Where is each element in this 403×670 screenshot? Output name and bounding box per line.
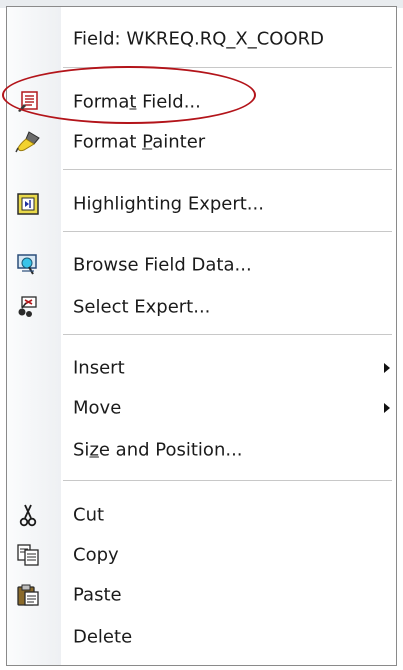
format-field-icon — [15, 89, 41, 115]
menu-separator — [63, 231, 392, 232]
cut-label: Cut — [73, 504, 105, 526]
menu-separator — [63, 334, 392, 335]
menu-item-paste[interactable]: Paste — [7, 575, 396, 615]
paste-label: Paste — [73, 584, 122, 606]
copy-icon — [15, 542, 41, 568]
select-expert-icon — [15, 294, 41, 320]
move-label: Move — [73, 397, 122, 419]
menu-separator — [63, 169, 392, 170]
menu-item-format-painter[interactable]: Format Painter — [7, 122, 396, 162]
select-expert-label: Select Expert... — [73, 296, 211, 318]
highlighting-expert-icon — [15, 191, 41, 217]
format-painter-label: Format Painter — [73, 131, 206, 153]
menu-item-format-field[interactable]: Format Field... — [7, 82, 396, 122]
menu-item-browse-field-data[interactable]: Browse Field Data... — [7, 245, 396, 285]
format-field-label: Format Field... — [73, 92, 201, 113]
menu-separator — [63, 67, 392, 68]
menu-item-copy[interactable]: Copy — [7, 535, 396, 575]
paste-icon — [15, 582, 41, 608]
menu-item-field-header[interactable]: Field: WKREQ.RQ_X_COORD — [7, 19, 396, 59]
menu-item-highlighting-expert[interactable]: Highlighting Expert... — [7, 184, 396, 224]
menu-item-move[interactable]: Move — [7, 388, 396, 428]
screenshot-stage: Field: WKREQ.RQ_X_COORD Format Field... — [0, 0, 403, 670]
insert-label: Insert — [73, 357, 125, 379]
menu-separator — [63, 480, 392, 481]
submenu-arrow-icon — [384, 363, 390, 373]
submenu-arrow-icon — [384, 403, 390, 413]
field-header-label: Field: WKREQ.RQ_X_COORD — [73, 28, 324, 50]
browse-field-data-label: Browse Field Data... — [73, 254, 252, 276]
size-and-position-label: Size and Position... — [73, 439, 243, 461]
highlighting-expert-label: Highlighting Expert... — [73, 193, 264, 215]
context-menu: Field: WKREQ.RQ_X_COORD Format Field... — [6, 6, 397, 666]
delete-label: Delete — [73, 626, 133, 648]
format-field-text: Format Field... — [73, 91, 201, 113]
format-painter-icon — [15, 129, 41, 155]
menu-item-size-and-position[interactable]: Size and Position... — [7, 430, 396, 470]
menu-item-delete[interactable]: Delete — [7, 617, 396, 657]
scissors-icon — [15, 502, 41, 528]
menu-item-cut[interactable]: Cut — [7, 495, 396, 535]
browse-field-data-icon — [15, 252, 41, 278]
menu-item-insert[interactable]: Insert — [7, 348, 396, 388]
menu-item-select-expert[interactable]: Select Expert... — [7, 287, 396, 327]
copy-label: Copy — [73, 544, 119, 566]
